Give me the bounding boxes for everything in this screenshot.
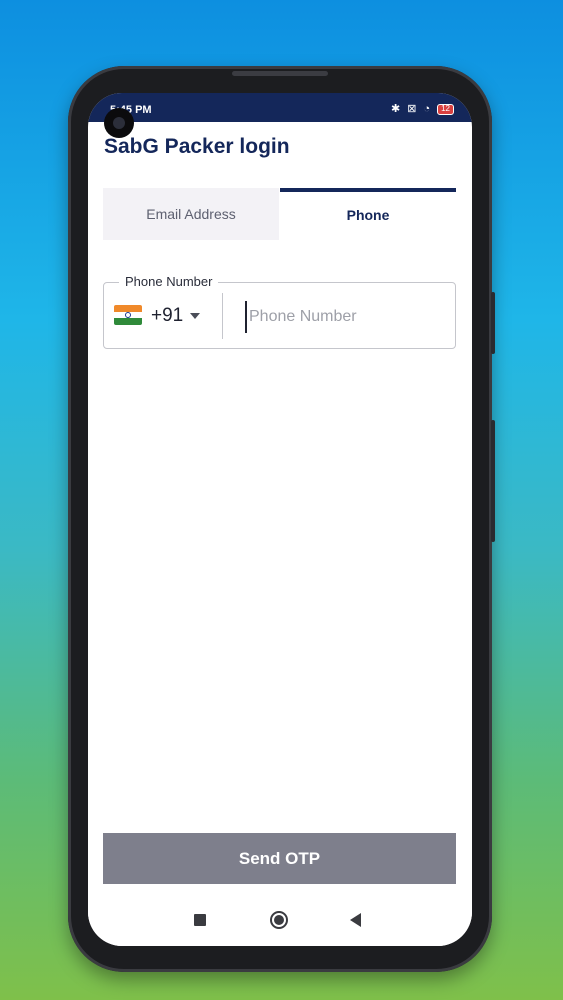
power-button <box>491 420 495 542</box>
phone-number-field: Phone Number +91 <box>103 274 456 349</box>
status-icons: ✱ ⊠ ◔ 12 <box>391 103 454 115</box>
field-divider <box>222 293 223 339</box>
phone-screen: 5:45 PM ✱ ⊠ ◔ 12 SabG Packer login Email… <box>88 93 472 946</box>
wifi-icon: ◔ <box>423 103 431 115</box>
tab-email-address[interactable]: Email Address <box>103 188 279 240</box>
send-otp-button[interactable]: Send OTP <box>103 833 456 884</box>
tab-phone[interactable]: Phone <box>280 188 456 240</box>
login-tabs: Email Address Phone <box>103 188 456 240</box>
bluetooth-icon: ✱ <box>391 103 401 115</box>
page-title: SabG Packer login <box>104 135 290 158</box>
home-icon[interactable] <box>270 911 288 929</box>
back-icon[interactable] <box>350 913 361 927</box>
india-flag-icon[interactable] <box>114 305 142 325</box>
recents-icon[interactable] <box>194 914 206 926</box>
phone-number-input[interactable] <box>245 301 445 333</box>
country-code[interactable]: +91 <box>151 305 183 327</box>
no-sim-icon: ⊠ <box>407 103 417 115</box>
chevron-down-icon[interactable] <box>190 313 200 319</box>
phone-speaker <box>232 71 328 76</box>
android-nav-bar <box>88 893 472 946</box>
volume-button <box>491 292 495 354</box>
battery-icon: 12 <box>437 103 454 115</box>
status-bar: 5:45 PM ✱ ⊠ ◔ 12 <box>88 93 472 122</box>
front-camera <box>104 108 134 138</box>
phone-number-label: Phone Number <box>119 274 219 289</box>
